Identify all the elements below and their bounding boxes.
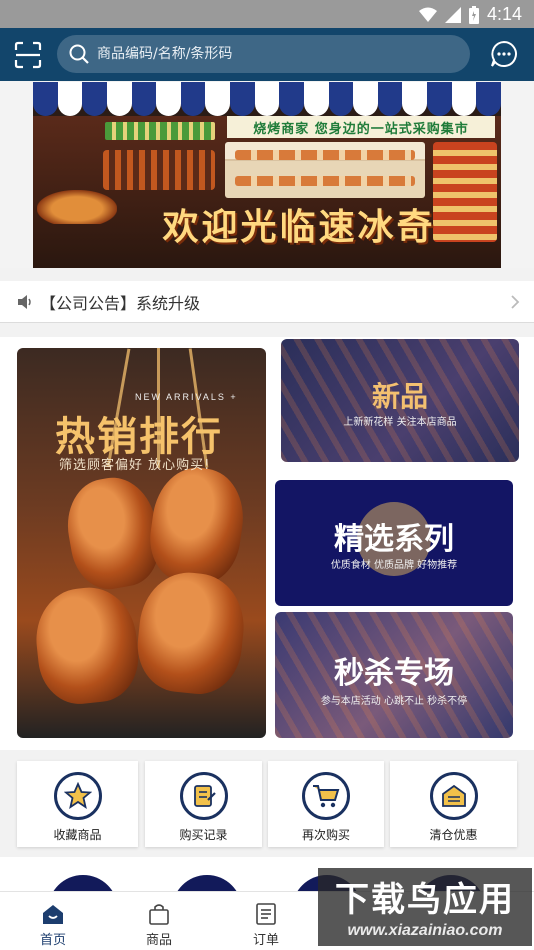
signal-icon bbox=[444, 6, 461, 23]
top-header bbox=[0, 28, 534, 81]
seckill-subtitle: 参与本店活动 心跳不止 秒杀不停 bbox=[320, 696, 468, 707]
hot-sales-subtitle: 筛选顾客偏好 放心购买! bbox=[59, 458, 211, 473]
quick-link-favorites[interactable]: 收藏商品 bbox=[17, 761, 138, 847]
tab-label: 商品 bbox=[145, 933, 172, 948]
selected-series-subtitle: 优质食材 优质品牌 好物推荐 bbox=[330, 560, 458, 571]
warehouse-icon bbox=[429, 772, 478, 820]
tab-label: 订单 bbox=[252, 933, 279, 948]
watermark-logo: 下载鸟应用 www.xiazainiao.com bbox=[318, 868, 532, 946]
seckill-card[interactable]: 秒杀专场 参与本店活动 心跳不止 秒杀不停 bbox=[275, 612, 513, 738]
quick-link-clearance[interactable]: 清仓优惠 bbox=[390, 761, 517, 847]
chicken-wing-image bbox=[144, 462, 250, 589]
skewers-illustration bbox=[103, 150, 215, 190]
battery-icon bbox=[468, 5, 479, 24]
quick-link-label: 再次购买 bbox=[301, 828, 350, 842]
order-icon bbox=[256, 903, 276, 925]
cart-icon bbox=[302, 772, 350, 820]
quick-link-label: 购买记录 bbox=[179, 828, 228, 842]
hot-sales-en-label: NEW ARRIVALS + bbox=[135, 392, 238, 402]
status-time: 4:14 bbox=[486, 4, 522, 24]
chicken-wing-image bbox=[31, 583, 143, 708]
home-icon bbox=[43, 905, 63, 924]
feature-section: NEW ARRIVALS + 热销排行 筛选顾客偏好 放心购买! 新品 上新新花… bbox=[0, 337, 534, 750]
record-icon bbox=[179, 772, 228, 820]
tab-label: 首页 bbox=[39, 933, 66, 948]
promo-banner[interactable]: 烧烤商家 您身边的一站式采购集市 欢迎光临速冰奇 bbox=[33, 82, 501, 268]
search-input[interactable] bbox=[97, 46, 437, 62]
display-case-illustration bbox=[225, 142, 425, 198]
search-bar[interactable] bbox=[57, 35, 470, 73]
watermark-title: 下载鸟应用 bbox=[335, 880, 515, 920]
tab-home[interactable]: 首页 bbox=[0, 892, 106, 950]
star-icon bbox=[53, 772, 102, 820]
selected-series-card[interactable]: 精选系列 优质食材 优质品牌 好物推荐 bbox=[275, 480, 513, 606]
chicken-wing-image bbox=[133, 567, 249, 699]
banner-sign: 烧烤商家 您身边的一站式采购集市 bbox=[227, 116, 495, 138]
roast-chicken-illustration bbox=[37, 190, 117, 224]
new-products-card[interactable]: 新品 上新新花样 关注本店商品 bbox=[281, 339, 519, 462]
selected-series-title: 精选系列 bbox=[334, 522, 454, 557]
new-products-subtitle: 上新新花样 关注本店商品 bbox=[343, 417, 457, 428]
awning-decoration bbox=[33, 82, 501, 116]
tab-orders[interactable]: 订单 bbox=[213, 892, 319, 950]
wifi-icon bbox=[418, 7, 437, 22]
banner-area: 烧烤商家 您身边的一站式采购集市 欢迎光临速冰奇 bbox=[0, 81, 534, 268]
announcement-text: 【公司公告】系统升级 bbox=[40, 293, 201, 313]
search-icon bbox=[69, 44, 89, 64]
quick-links: 收藏商品 购买记录 再次购买 清仓优惠 bbox=[0, 750, 534, 857]
new-products-title: 新品 bbox=[371, 380, 428, 413]
scan-icon[interactable] bbox=[14, 41, 42, 69]
quick-link-label: 清仓优惠 bbox=[429, 828, 478, 842]
banner-headline: 欢迎光临速冰奇 bbox=[162, 206, 436, 248]
tab-products[interactable]: 商品 bbox=[106, 892, 212, 950]
bottles-illustration bbox=[105, 122, 215, 140]
watermark-url: www.xiazainiao.com bbox=[347, 922, 503, 939]
hot-sales-card[interactable]: NEW ARRIVALS + 热销排行 筛选顾客偏好 放心购买! bbox=[17, 348, 266, 738]
status-bar: 4:14 bbox=[0, 0, 534, 28]
quick-link-buy-again[interactable]: 再次购买 bbox=[268, 761, 384, 847]
quick-link-purchase-history[interactable]: 购买记录 bbox=[145, 761, 262, 847]
speaker-icon bbox=[18, 294, 31, 309]
announcement-bar[interactable]: 【公司公告】系统升级 bbox=[0, 281, 534, 323]
message-icon[interactable] bbox=[490, 40, 518, 68]
bag-icon bbox=[149, 904, 169, 925]
chevron-right-icon bbox=[511, 295, 520, 309]
seckill-title: 秒杀专场 bbox=[334, 656, 454, 691]
quick-link-label: 收藏商品 bbox=[53, 828, 102, 842]
